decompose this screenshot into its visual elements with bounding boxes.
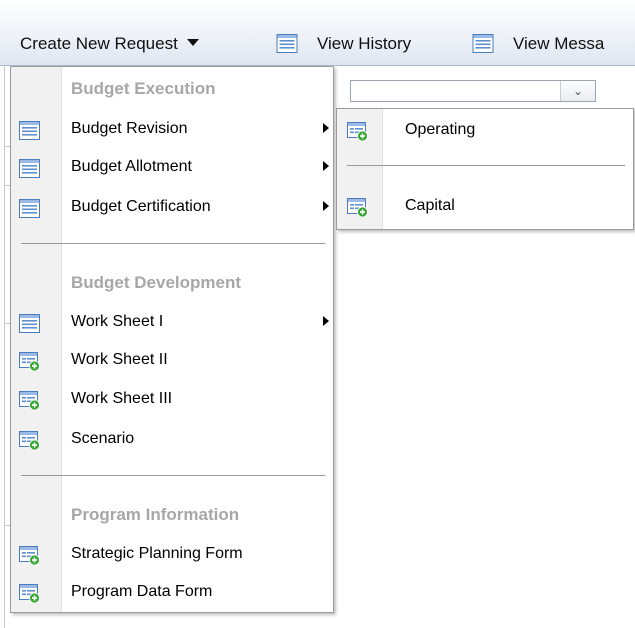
form-add-icon	[19, 431, 40, 450]
menu-item-label: Scenario	[71, 430, 135, 447]
view-messages-label: View Messa	[513, 34, 605, 53]
chevron-down-icon[interactable]: ⌄	[560, 81, 595, 101]
menu-separator	[347, 165, 625, 166]
submenu-arrow-icon	[323, 316, 329, 326]
create-new-request-button[interactable]: Create New Request	[20, 24, 199, 64]
menu-item-program-data-form[interactable]: Program Data Form	[12, 575, 332, 611]
menu-item-work-sheet-iii[interactable]: Work Sheet III	[12, 382, 332, 418]
menu-item-strategic-planning-form[interactable]: Strategic Planning Form	[12, 537, 332, 573]
create-new-request-label: Create New Request	[20, 34, 178, 53]
submenu-arrow-icon	[323, 201, 329, 211]
menu-item-budget-revision[interactable]: Budget Revision	[12, 112, 332, 148]
create-request-menu: Budget Execution Budget Revision Budget …	[10, 66, 334, 613]
menu-item-label: Budget Revision	[71, 120, 188, 137]
form-add-icon	[19, 584, 40, 603]
submenu-arrow-icon	[323, 123, 329, 133]
section-header-budget-execution: Budget Execution	[71, 79, 216, 98]
caret-down-icon	[186, 39, 199, 47]
form-add-icon	[19, 391, 40, 410]
budget-revision-submenu: Operating Capital	[336, 108, 634, 230]
menu-item-work-sheet-i[interactable]: Work Sheet I	[12, 305, 332, 341]
section-header-budget-development: Budget Development	[71, 273, 242, 292]
list-icon	[19, 314, 40, 333]
filter-dropdown[interactable]: ⌄	[350, 80, 596, 102]
menu-item-budget-allotment[interactable]: Budget Allotment	[12, 150, 332, 186]
menu-separator	[21, 475, 325, 476]
submenu-item-capital[interactable]: Capital	[338, 189, 632, 225]
submenu-arrow-icon	[323, 161, 329, 171]
list-icon	[472, 34, 494, 53]
menu-item-label: Budget Allotment	[71, 158, 192, 175]
menu-item-label: Operating	[405, 121, 476, 138]
menu-item-work-sheet-ii[interactable]: Work Sheet II	[12, 343, 332, 379]
list-icon	[19, 121, 40, 140]
list-icon	[276, 34, 298, 53]
submenu-item-operating[interactable]: Operating	[338, 113, 632, 149]
view-history-button[interactable]: View History	[276, 24, 436, 64]
section-header-program-information: Program Information	[71, 505, 240, 524]
menu-item-label: Strategic Planning Form	[71, 545, 243, 562]
form-add-icon	[347, 198, 368, 217]
menu-item-label: Budget Certification	[71, 198, 211, 215]
form-add-icon	[19, 546, 40, 565]
toolbar: Create New Request View History View Mes…	[0, 0, 635, 66]
view-history-label: View History	[317, 34, 412, 53]
menu-item-label: Capital	[405, 197, 455, 214]
menu-separator	[21, 243, 325, 244]
list-icon	[19, 199, 40, 218]
menu-item-label: Program Data Form	[71, 583, 213, 600]
form-add-icon	[347, 122, 368, 141]
form-add-icon	[19, 352, 40, 371]
menu-item-label: Work Sheet III	[71, 390, 173, 407]
menu-item-budget-certification[interactable]: Budget Certification	[12, 190, 332, 226]
menu-item-label: Work Sheet II	[71, 351, 168, 368]
app-stage: Create New Request View History View Mes…	[0, 0, 635, 628]
menu-item-label: Work Sheet I	[71, 313, 164, 330]
view-messages-button[interactable]: View Messa	[472, 24, 635, 64]
menu-item-scenario[interactable]: Scenario	[12, 422, 332, 458]
list-icon	[19, 159, 40, 178]
